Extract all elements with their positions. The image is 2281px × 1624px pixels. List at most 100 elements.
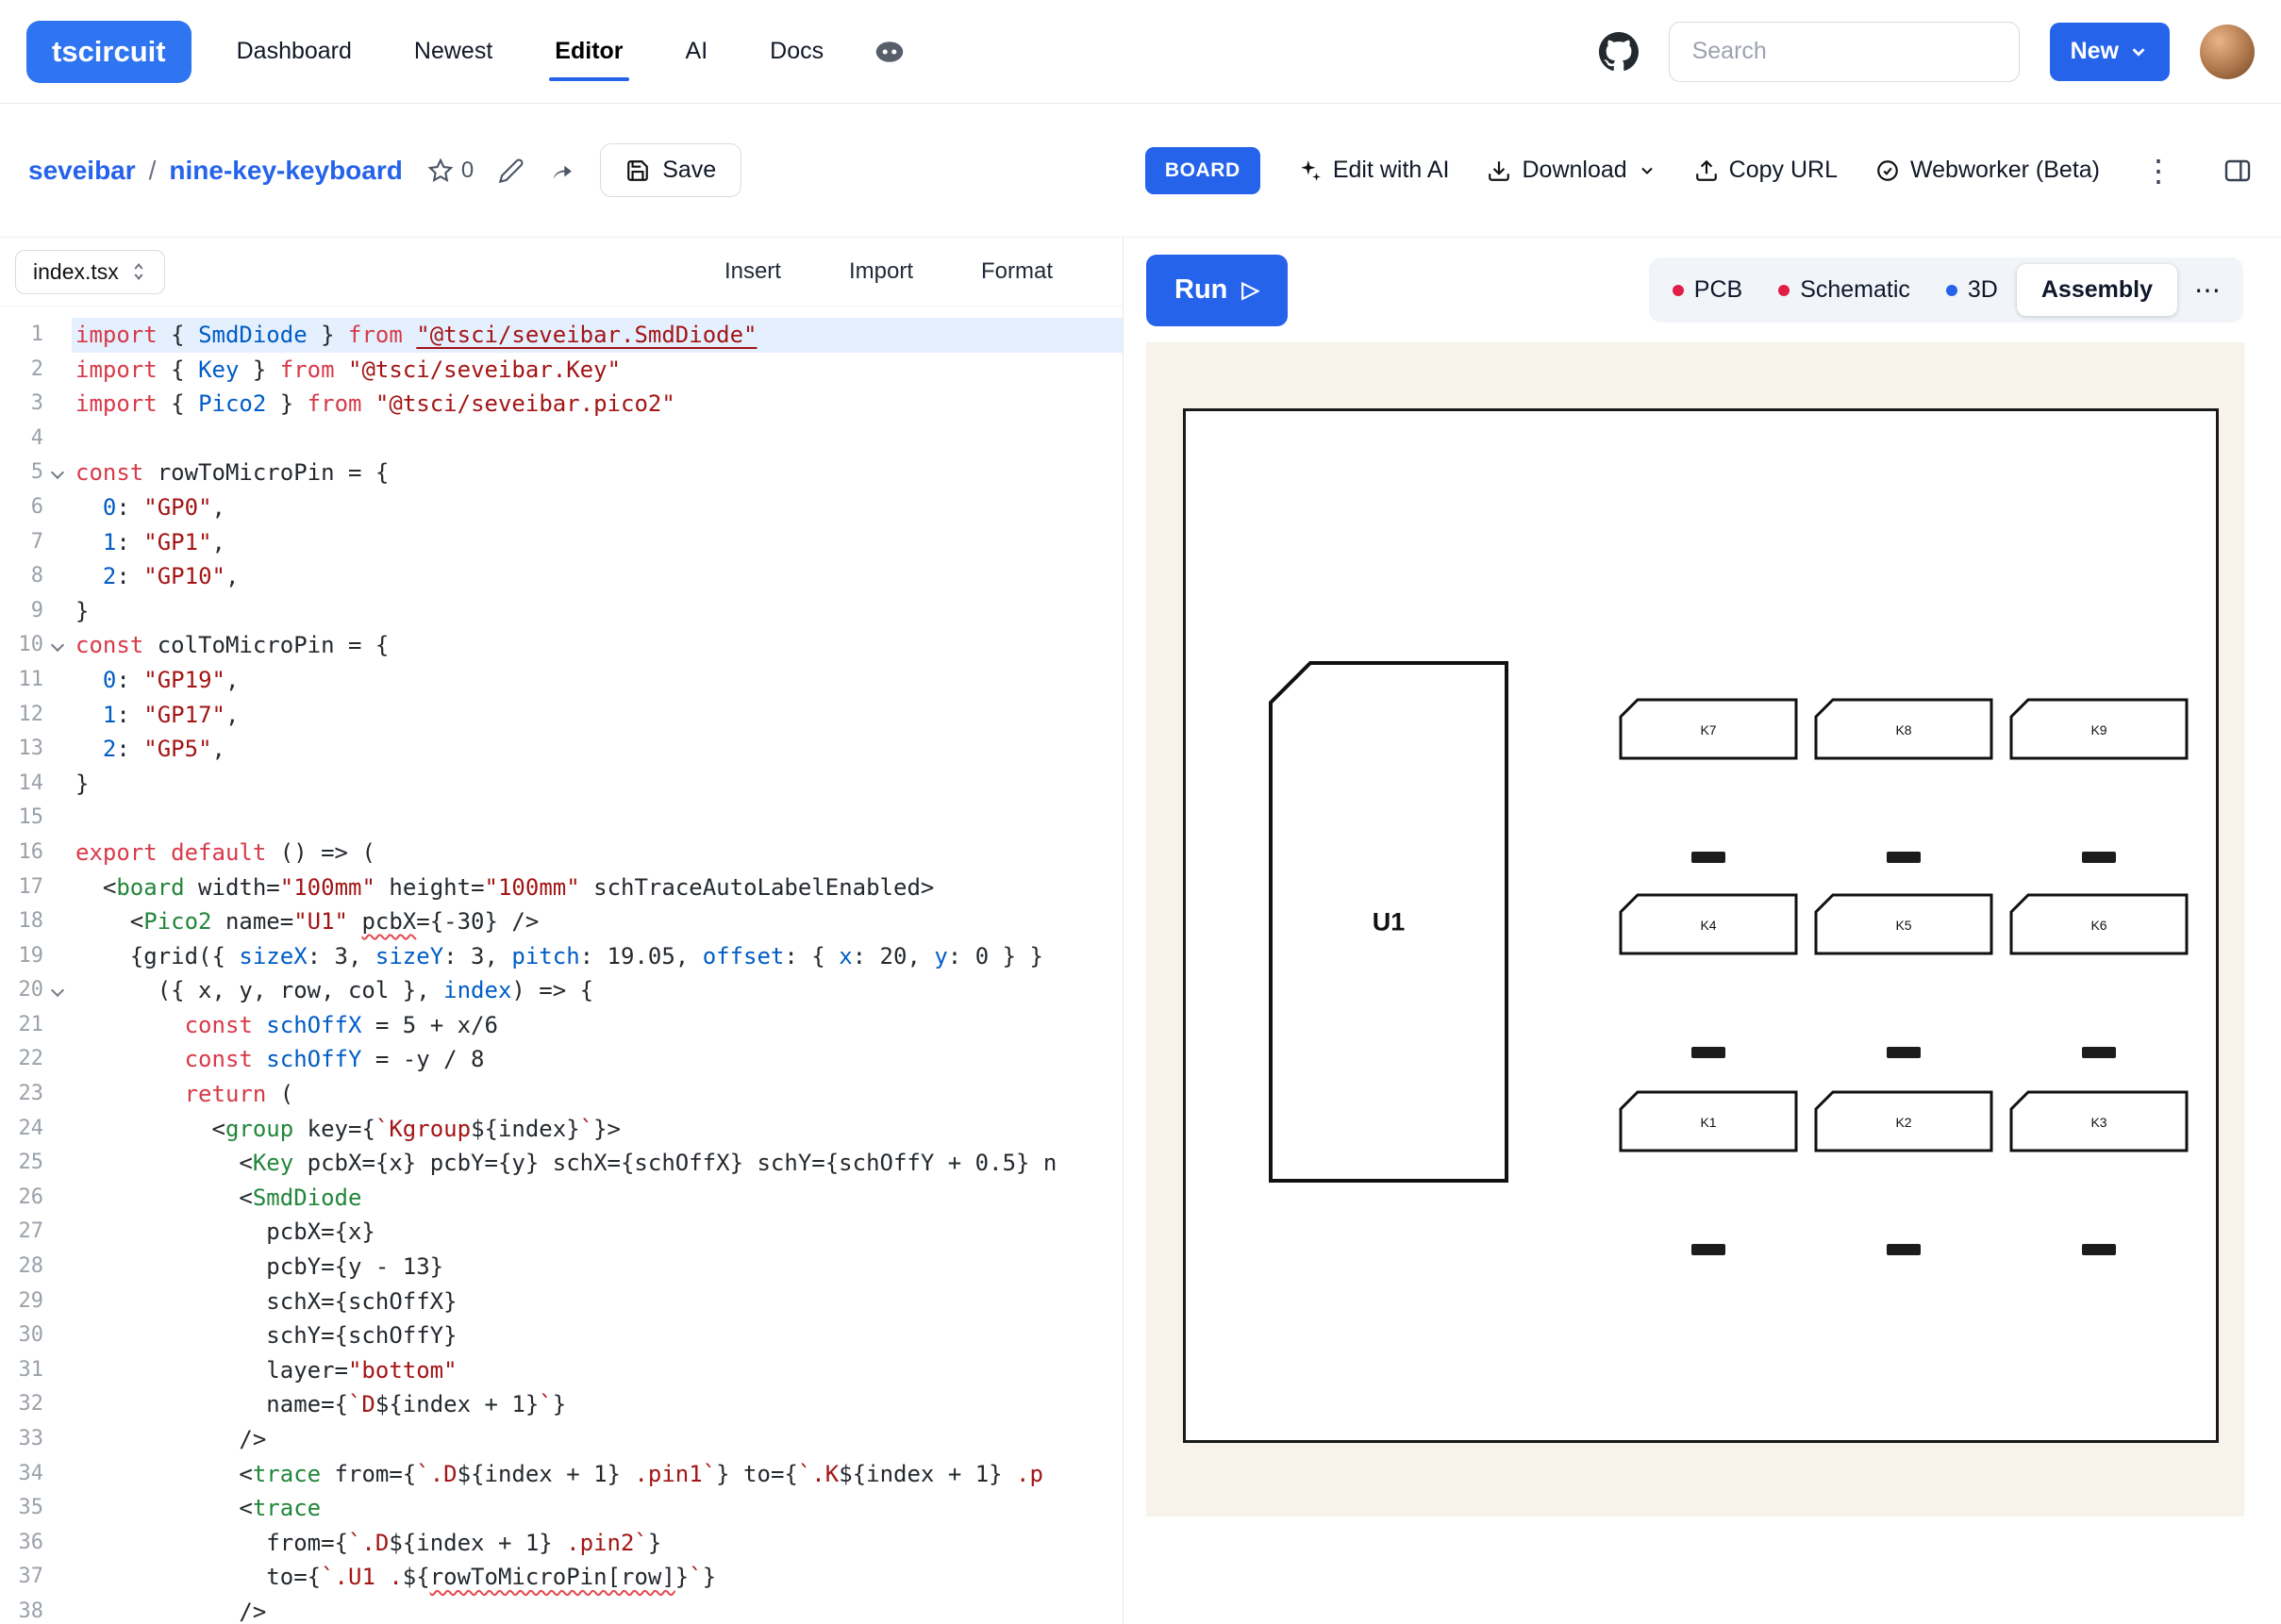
code-line[interactable]: 25 <Key pcbX={x} pcbY={y} schX={schOffX}… (0, 1146, 1123, 1181)
board-badge[interactable]: BOARD (1145, 147, 1260, 194)
check-circle-icon (1875, 158, 1900, 183)
editor-action-insert[interactable]: Insert (724, 258, 781, 285)
copy-url-button[interactable]: Copy URL (1694, 157, 1838, 184)
code-line[interactable]: 23 return ( (0, 1077, 1123, 1112)
code-line[interactable]: 6 0: "GP0", (0, 490, 1123, 525)
save-button[interactable]: Save (600, 143, 741, 197)
code-line[interactable]: 9} (0, 594, 1123, 629)
code-line[interactable]: 1import { SmdDiode } from "@tsci/seveiba… (0, 318, 1123, 353)
nav-item-dashboard[interactable]: Dashboard (237, 38, 352, 65)
code-line[interactable]: 21 const schOffX = 5 + x/6 (0, 1008, 1123, 1043)
editor-action-import[interactable]: Import (849, 258, 913, 285)
search-input[interactable] (1669, 22, 2020, 82)
code-line[interactable]: 36 from={`.D${index + 1} .pin2`} (0, 1526, 1123, 1561)
code-line[interactable]: 20 ({ x, y, row, col }, index) => { (0, 973, 1123, 1008)
code-line[interactable]: 28 pcbY={y - 13} (0, 1250, 1123, 1284)
fold-marker (43, 1457, 72, 1492)
new-button[interactable]: New (2050, 23, 2170, 81)
fold-marker[interactable] (43, 628, 72, 663)
nav-item-editor[interactable]: Editor (555, 38, 623, 65)
view-tab-dot (1778, 285, 1790, 296)
code-line[interactable]: 26 <SmdDiode (0, 1181, 1123, 1216)
code-text: <trace (72, 1491, 1123, 1526)
view-tab-assembly[interactable]: Assembly (2017, 264, 2177, 316)
nav-item-newest[interactable]: Newest (414, 38, 492, 65)
nav-item-ai[interactable]: AI (686, 38, 708, 65)
code-line[interactable]: 12 1: "GP17", (0, 698, 1123, 733)
toolbar-right: BOARD Edit with AI Download Copy URL Web… (1145, 147, 2253, 194)
view-more-button[interactable]: ⋯ (2179, 274, 2237, 306)
code-line[interactable]: 16export default () => ( (0, 836, 1123, 870)
code-line[interactable]: 15 (0, 801, 1123, 836)
code-line[interactable]: 22 const schOffY = -y / 8 (0, 1042, 1123, 1077)
code-text: 0: "GP0", (72, 490, 1123, 525)
code-line[interactable]: 29 schX={schOffX} (0, 1284, 1123, 1319)
nav-items: Dashboard Newest Editor AI Docs (237, 38, 824, 65)
code-line[interactable]: 27 pcbX={x} (0, 1215, 1123, 1250)
discord-icon[interactable] (873, 35, 907, 69)
code-line[interactable]: 37 to={`.U1 .${rowToMicroPin[row]}`} (0, 1560, 1123, 1595)
code-line[interactable]: 3import { Pico2 } from "@tsci/seveibar.p… (0, 387, 1123, 422)
code-line[interactable]: 33 /> (0, 1422, 1123, 1457)
view-tab-schematic[interactable]: Schematic (1761, 264, 1927, 316)
view-tabs: PCB Schematic 3D Assembly⋯ (1649, 257, 2243, 323)
fold-marker (43, 1112, 72, 1147)
view-tab-label: 3D (1968, 276, 1998, 304)
fold-marker (43, 1491, 72, 1526)
fold-marker (43, 1353, 72, 1388)
code-line[interactable]: 35 <trace (0, 1491, 1123, 1526)
code-text: const schOffY = -y / 8 (72, 1042, 1123, 1077)
breadcrumb-owner[interactable]: seveibar (28, 156, 136, 186)
download-button[interactable]: Download (1487, 157, 1656, 184)
star-button[interactable]: 0 (427, 157, 474, 184)
webworker-button[interactable]: Webworker (Beta) (1875, 157, 2100, 184)
code-line[interactable]: 19 {grid({ sizeX: 3, sizeY: 3, pitch: 19… (0, 939, 1123, 974)
view-tab-label: Schematic (1800, 276, 1910, 304)
code-line[interactable]: 30 schY={schOffY} (0, 1318, 1123, 1353)
code-line[interactable]: 10const colToMicroPin = { (0, 628, 1123, 663)
code-line[interactable]: 38 /> (0, 1595, 1123, 1624)
panel-toggle-button[interactable] (2223, 156, 2253, 186)
fold-marker[interactable] (43, 456, 72, 490)
more-options-button[interactable]: ⋮ (2138, 153, 2179, 189)
editor-action-format[interactable]: Format (981, 258, 1053, 285)
code-line[interactable]: 2import { Key } from "@tsci/seveibar.Key… (0, 353, 1123, 388)
code-line[interactable]: 32 name={`D${index + 1}`} (0, 1387, 1123, 1422)
avatar[interactable] (2200, 25, 2255, 79)
code-text: } (72, 767, 1123, 802)
code-line[interactable]: 4 (0, 422, 1123, 456)
code-line[interactable]: 8 2: "GP10", (0, 559, 1123, 594)
code-line[interactable]: 17 <board width="100mm" height="100mm" s… (0, 870, 1123, 905)
code-editor[interactable]: 1import { SmdDiode } from "@tsci/seveiba… (0, 307, 1123, 1624)
code-line[interactable]: 18 <Pico2 name="U1" pcbX={-30} /> (0, 904, 1123, 939)
file-tab[interactable]: index.tsx (15, 250, 165, 294)
code-line[interactable]: 13 2: "GP5", (0, 732, 1123, 767)
fork-button[interactable] (549, 157, 575, 184)
fold-marker (43, 1526, 72, 1561)
code-line[interactable]: 11 0: "GP19", (0, 663, 1123, 698)
code-text: /> (72, 1422, 1123, 1457)
run-button[interactable]: Run ▷ (1146, 255, 1288, 326)
code-line[interactable]: 31 layer="bottom" (0, 1353, 1123, 1388)
code-line[interactable]: 5const rowToMicroPin = { (0, 456, 1123, 490)
code-line[interactable]: 34 <trace from={`.D${index + 1} .pin1`} … (0, 1457, 1123, 1492)
view-tab-pcb[interactable]: PCB (1656, 264, 1759, 316)
line-number: 22 (0, 1042, 43, 1077)
view-tab-3d[interactable]: 3D (1929, 264, 2015, 316)
github-icon[interactable] (1599, 32, 1639, 72)
nav-item-docs[interactable]: Docs (770, 38, 824, 65)
edit-with-ai-button[interactable]: Edit with AI (1298, 157, 1450, 184)
logo[interactable]: tscircuit (26, 21, 191, 83)
breadcrumb-project[interactable]: nine-key-keyboard (169, 156, 402, 186)
fold-marker[interactable] (43, 973, 72, 1008)
code-line[interactable]: 24 <group key={`Kgroup${index}`}> (0, 1112, 1123, 1147)
share-upload-icon (1694, 158, 1719, 183)
rename-button[interactable] (498, 157, 524, 184)
code-line[interactable]: 7 1: "GP1", (0, 525, 1123, 560)
fold-marker (43, 559, 72, 594)
diode (1887, 852, 1921, 863)
code-line[interactable]: 14} (0, 767, 1123, 802)
fold-marker (43, 1422, 72, 1457)
edit-with-ai-label: Edit with AI (1333, 157, 1450, 184)
code-text: <Pico2 name="U1" pcbX={-30} /> (72, 904, 1123, 939)
